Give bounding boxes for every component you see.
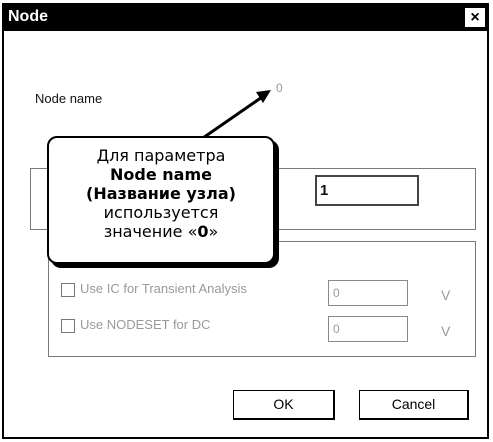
callout-line-1: Для параметра [96,146,226,165]
callout-line-4: используется [103,203,219,222]
callout-line-5: значение «0» [49,222,273,241]
callout-line-3: (Название узла) [86,184,236,203]
callout-line-5-prefix: значение « [103,222,198,241]
annotation-callout: Для параметра Node name (Название узла) … [47,136,275,264]
callout-line-5-value: 0 [197,222,209,241]
callout-line-2: Node name [110,165,212,184]
callout-line-5-suffix: » [208,222,219,241]
